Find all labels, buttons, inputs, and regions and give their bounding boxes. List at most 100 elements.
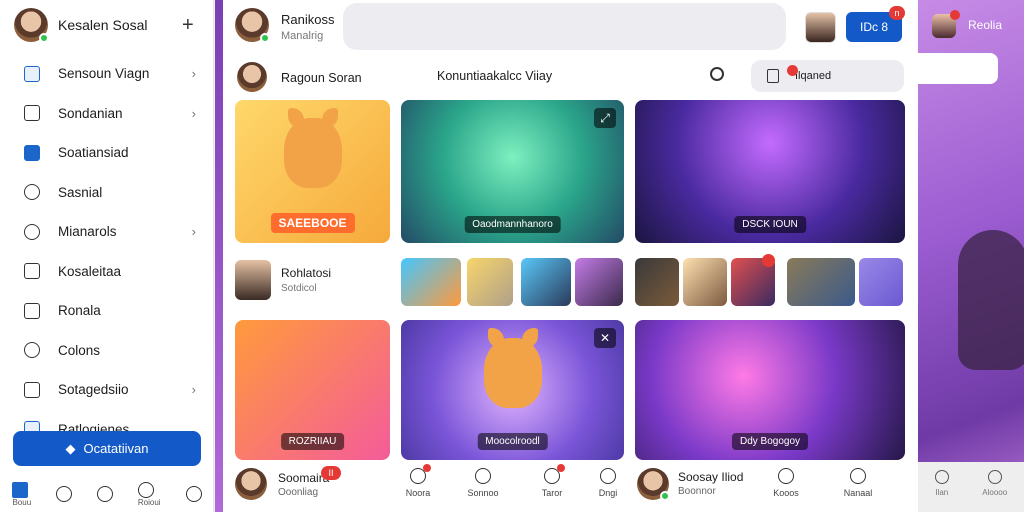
tab-label: Sonnoo	[467, 488, 499, 498]
check-icon	[24, 144, 40, 161]
header-name: Ranikoss	[281, 12, 335, 27]
tab-label: Nanaal	[843, 488, 873, 498]
sidebar-item-label: Sensoun Viagn	[58, 66, 150, 82]
right-bottom-nav: Ilan Aloooo	[918, 462, 1024, 512]
video-card[interactable]: Ddy Bogogoy	[635, 320, 905, 460]
story-user-name: Rohlatosi	[281, 266, 332, 280]
expand-icon[interactable]: ⤢	[594, 108, 616, 128]
sidebar-item[interactable]: Kosaleitaa	[0, 252, 214, 292]
sidebar-item-label: Sasnial	[58, 184, 103, 200]
story-thumbnail[interactable]	[683, 258, 727, 306]
profile-name: Kesalen Sosal	[58, 17, 148, 33]
card-label: Moocolroodl	[477, 433, 548, 450]
tab-label: Aloooo	[982, 488, 1008, 497]
sidebar-item-label: Ronala	[58, 303, 101, 319]
tab-saved[interactable]: Sonnoo	[458, 468, 508, 498]
profile-thumbnail[interactable]	[805, 12, 836, 43]
tab-label: Kooos	[773, 488, 799, 498]
sidebar-item-label: Mianarols	[58, 224, 117, 240]
left-sidebar: Kesalen Sosal + Sensoun Viagn › Sondanian…	[0, 0, 214, 512]
sidebar-item[interactable]: Sondanian ›	[0, 94, 214, 134]
search-icon[interactable]	[710, 67, 724, 81]
tag-icon: ◆	[65, 440, 76, 456]
search-icon	[56, 486, 73, 502]
sidebar-item[interactable]: Soatiansiad	[0, 133, 214, 173]
bottom-user-sub: Boonnor	[678, 486, 716, 497]
notification-dot	[950, 10, 960, 20]
tab-more[interactable]: Dngi	[583, 468, 633, 498]
avatar[interactable]	[235, 468, 267, 500]
person-silhouette	[958, 230, 1024, 370]
video-card[interactable]: ROZRIIAU	[235, 320, 390, 460]
right-panel: Reolia Ilan Aloooo	[918, 0, 1024, 512]
notification-dot	[423, 464, 431, 472]
tab-watch[interactable]: Kooos	[761, 468, 811, 498]
avatar[interactable]	[637, 468, 670, 501]
add-icon[interactable]: +	[182, 14, 194, 37]
online-indicator	[660, 491, 670, 501]
right-panel-name: Reolia	[968, 18, 1003, 32]
avatar[interactable]	[237, 62, 267, 92]
tab-people[interactable]: Nanaal	[833, 468, 883, 498]
notification-dot	[762, 254, 775, 267]
tab-chat[interactable]: Taror	[527, 464, 577, 498]
video-card[interactable]: DSCK IOUN	[635, 100, 905, 243]
nav-messenger[interactable]	[96, 486, 113, 502]
header-action-label: IDc 8	[859, 20, 888, 34]
video-card[interactable]: ⤢ Oaodmannhanoro	[401, 100, 624, 243]
story-thumbnail[interactable]	[635, 258, 679, 306]
nav-profile[interactable]	[185, 486, 202, 502]
filter-pill[interactable]: Ilqaned	[751, 60, 904, 92]
mascot-illustration	[283, 108, 342, 188]
sidebar-item[interactable]: Colons	[0, 331, 214, 371]
story-thumbnail[interactable]	[401, 258, 461, 306]
sidebar-item[interactable]: Sensoun Viagn ›	[0, 54, 214, 94]
notification-dot	[787, 65, 798, 76]
notification-badge: II	[321, 466, 341, 480]
chevron-right-icon: ›	[191, 105, 196, 121]
search-input[interactable]	[343, 3, 786, 50]
story-thumbnail[interactable]	[467, 258, 513, 306]
notification-dot	[557, 464, 565, 472]
row-user-name: Ragoun Soran	[281, 71, 362, 85]
card-label: Ddy Bogogoy	[731, 433, 809, 450]
bottom-user-sub: Ooonliag	[278, 487, 319, 498]
avatar[interactable]	[14, 8, 49, 43]
avatar[interactable]	[235, 260, 271, 300]
create-button-label: Ocatatiivan	[83, 441, 149, 456]
online-indicator	[260, 33, 270, 43]
chevron-right-icon: ›	[191, 66, 196, 82]
story-thumbnail[interactable]	[859, 258, 903, 306]
video-card[interactable]: ✕ Moocolroodl	[401, 320, 624, 460]
clock-icon	[778, 468, 794, 484]
nav-home[interactable]: Bouu	[12, 481, 32, 507]
create-button[interactable]: ◆ Ocatatiivan	[13, 431, 201, 466]
tab-item[interactable]: Ilan	[934, 470, 949, 512]
tab-label: Noora	[405, 488, 431, 498]
sidebar-item[interactable]: Mianarols ›	[0, 212, 214, 252]
sidebar-item[interactable]: Sasnial	[0, 173, 214, 213]
filter-pill-label: Ilqaned	[795, 70, 832, 82]
grid-icon	[934, 470, 949, 484]
sidebar-item[interactable]: Ronala	[0, 291, 214, 331]
story-thumbnail[interactable]	[521, 258, 571, 306]
check-box-icon	[24, 381, 40, 398]
sidebar-item[interactable]: Sotagedsiio ›	[0, 370, 214, 410]
nav-label: Bouu	[12, 497, 32, 507]
nav-notifications[interactable]: Roioui	[137, 481, 161, 507]
news-icon	[24, 65, 40, 82]
chevron-right-icon: ›	[191, 224, 196, 240]
tab-item[interactable]: Aloooo	[982, 470, 1007, 512]
card-label: DSCK IOUN	[734, 216, 806, 233]
sidebar-bottom-nav: Bouu Roioui	[0, 476, 214, 512]
close-icon[interactable]: ✕	[594, 328, 616, 348]
shield-icon	[24, 184, 40, 201]
search-input[interactable]	[918, 53, 998, 84]
story-thumbnail[interactable]	[787, 258, 855, 306]
profile-header[interactable]: Kesalen Sosal	[14, 8, 148, 43]
video-card[interactable]: SAEEBOOE	[235, 100, 390, 243]
avatar[interactable]	[235, 8, 270, 43]
nav-search[interactable]	[56, 486, 73, 502]
story-thumbnail[interactable]	[575, 258, 623, 306]
tab-notifications[interactable]: Noora	[393, 464, 443, 498]
